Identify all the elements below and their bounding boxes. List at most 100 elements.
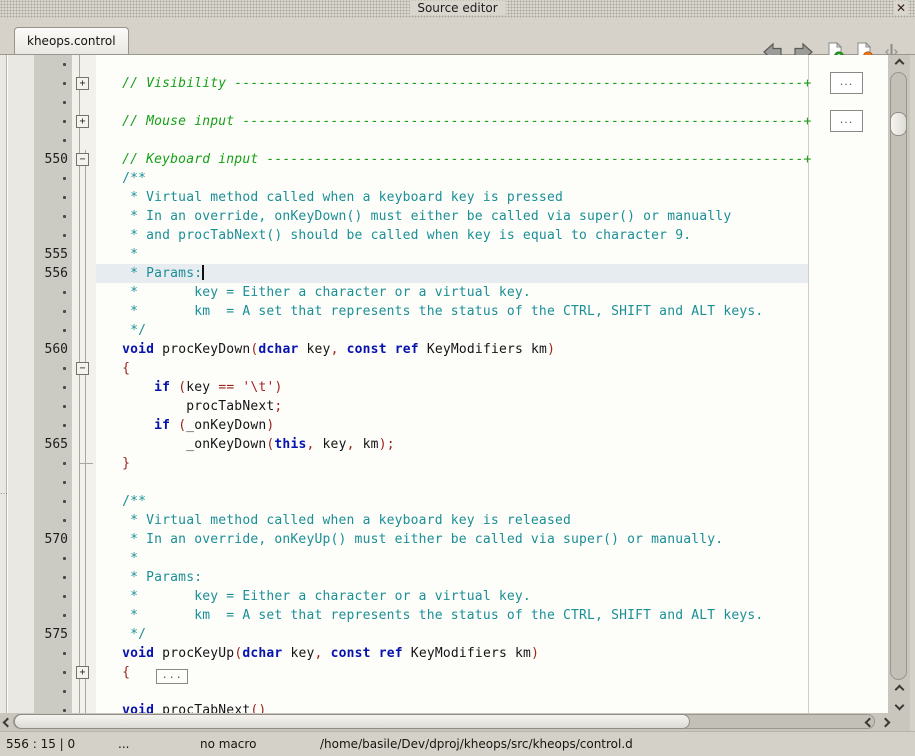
source-editor[interactable]: + // Visibility ------------------------… [0,55,888,713]
code-line[interactable]: * km = A set that represents the status … [0,606,888,625]
code-text: * Params: [90,568,202,587]
code-text: void procKeyUp(dchar key, const ref KeyM… [90,644,539,663]
code-line[interactable]: * Virtual method called when a keyboard … [0,188,888,207]
line-dot-icon [63,481,66,484]
code-line[interactable]: } [0,454,888,473]
collapsed-fold-ellipsis[interactable]: ... [830,110,863,132]
line-dot-icon [63,310,66,313]
status-ellipsis: ... [118,737,129,751]
vertical-scrollbar[interactable] [888,55,910,713]
fold-expand-icon[interactable]: + [76,115,89,128]
code-line[interactable]: * key = Either a character or a virtual … [0,587,888,606]
code-line[interactable]: /** [0,492,888,511]
fold-expand-icon[interactable]: + [76,77,89,90]
line-dot-icon [63,519,66,522]
window-titlebar[interactable]: Source editor ✕ [0,0,915,18]
text-caret [202,265,204,280]
code-line[interactable] [0,93,888,112]
code-line[interactable]: if (key == '\t') [0,378,888,397]
code-text: * Params: [90,264,204,283]
code-text: * [90,245,138,264]
scroll-up-icon[interactable] [888,55,910,71]
code-line[interactable]: 570 * In an override, onKeyUp() must eit… [0,530,888,549]
line-dot-icon [63,139,66,142]
code-line[interactable] [0,473,888,492]
code-line[interactable]: 560 void procKeyDown(dchar key, const re… [0,340,888,359]
code-line[interactable]: void procTabNext() [0,701,888,713]
scroll-right-icon[interactable] [878,713,893,731]
code-line[interactable]: − { [0,359,888,378]
code-line[interactable]: + {... [0,663,888,682]
line-dot-icon [63,367,66,370]
code-line[interactable]: /** [0,169,888,188]
code-line[interactable]: * Params: [0,568,888,587]
code-line[interactable] [0,55,888,74]
line-number: 556 [30,264,68,283]
code-line[interactable] [0,131,888,150]
collapsed-fold-ellipsis[interactable]: ... [830,72,863,94]
code-line[interactable]: + // Mouse input -----------------------… [0,112,888,131]
vscroll-thumb[interactable] [890,112,907,136]
line-dot-icon [63,234,66,237]
code-line[interactable]: * In an override, onKeyDown() must eithe… [0,207,888,226]
code-line[interactable]: * and procTabNext() should be called whe… [0,226,888,245]
hscroll-thumb[interactable] [14,714,690,729]
line-number: 560 [30,340,68,359]
fold-collapse-icon[interactable]: − [76,362,89,375]
code-lines[interactable]: + // Visibility ------------------------… [0,55,888,713]
line-dot-icon [63,595,66,598]
code-text: * Virtual method called when a keyboard … [90,511,571,530]
scroll-down-icon[interactable] [888,697,910,713]
dock-grip-icon[interactable] [1,496,7,498]
code-line[interactable]: + // Visibility ------------------------… [0,74,888,93]
horizontal-scrollbar[interactable] [0,713,910,731]
line-dot-icon [63,709,66,712]
fold-range-line-inner [85,150,86,713]
line-dot-icon [63,652,66,655]
code-text: /** [90,169,146,188]
line-dot-icon [63,424,66,427]
scroll-up2-icon[interactable] [888,681,910,697]
line-dot-icon [63,462,66,465]
code-text: _onKeyDown(this, key, km); [90,435,395,454]
window-title: Source editor [409,1,505,15]
code-line[interactable]: 575 */ [0,625,888,644]
code-line[interactable]: * key = Either a character or a virtual … [0,283,888,302]
collapsed-fold-ellipsis[interactable]: ... [156,669,188,684]
code-line[interactable]: if (_onKeyDown) [0,416,888,435]
close-window-icon[interactable]: ✕ [894,1,908,15]
code-text: // Visibility --------------------------… [90,74,812,93]
code-text: * In an override, onKeyDown() must eithe… [90,207,731,226]
line-dot-icon [63,291,66,294]
code-line[interactable]: * Virtual method called when a keyboard … [0,511,888,530]
tab-kheops-control[interactable]: kheops.control [14,27,129,54]
vscroll-trough[interactable] [890,72,907,680]
line-dot-icon [63,329,66,332]
code-line[interactable]: * km = A set that represents the status … [0,302,888,321]
dock-splitter[interactable] [0,55,7,713]
code-text: if (_onKeyDown) [90,416,274,435]
fold-collapse-icon[interactable]: − [76,153,89,166]
line-dot-icon [63,614,66,617]
fold-expand-icon[interactable]: + [76,666,89,679]
code-text: * km = A set that represents the status … [90,302,763,321]
code-line[interactable]: procTabNext; [0,397,888,416]
code-line[interactable]: 550− // Keyboard input -----------------… [0,150,888,169]
code-line[interactable]: void procKeyUp(dchar key, const ref KeyM… [0,644,888,663]
code-line[interactable]: */ [0,321,888,340]
code-line[interactable]: 555 * [0,245,888,264]
code-text: * In an override, onKeyUp() must either … [90,530,723,549]
line-number: 550 [30,150,68,169]
code-line[interactable] [0,682,888,701]
code-line[interactable]: * [0,549,888,568]
file-path: /home/basile/Dev/dproj/kheops/src/kheops… [320,737,633,751]
code-text: void procKeyDown(dchar key, const ref Ke… [90,340,555,359]
code-text: * and procTabNext() should be called whe… [90,226,691,245]
code-text: if (key == '\t') [90,378,283,397]
code-line[interactable]: 556 * Params: [0,264,888,283]
code-line[interactable]: 565 _onKeyDown(this, key, km); [0,435,888,454]
code-text: */ [90,321,146,340]
scroll-left2-icon[interactable] [862,713,877,731]
code-text: * [90,549,138,568]
line-dot-icon [63,500,66,503]
